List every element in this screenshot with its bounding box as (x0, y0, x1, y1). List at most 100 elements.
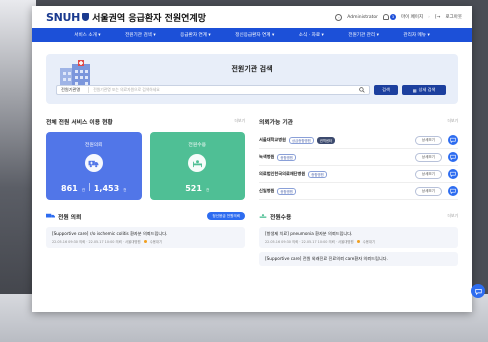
accept-title: 전원수용 (270, 214, 292, 221)
hospital-tag: 권역센터 (316, 136, 336, 144)
hospital-title: 의뢰가능 기관 (259, 119, 294, 126)
hospital-name[interactable]: 의료법인한국의료재단병원 (259, 171, 305, 177)
list-item[interactable]: [Supportive care] 전원 외래진료 진료의뢰 care환자 의뢰… (259, 252, 458, 266)
nav-item-news[interactable]: 소식 · 자료 ▾ (299, 32, 324, 38)
detail-button[interactable]: 상세보기 (414, 186, 442, 196)
logout-link[interactable]: 로그아웃 (445, 14, 462, 20)
search-icon[interactable] (359, 87, 365, 93)
hospital-more-link[interactable]: 더보기 (448, 118, 458, 124)
advanced-search-button[interactable]: ▦ 상세 검색 (402, 85, 446, 95)
hospital-name[interactable]: 녹색병원 (259, 154, 274, 160)
hospital-bed-icon (259, 213, 267, 218)
status-dot (356, 240, 360, 243)
status-badge: 수용대기 (149, 240, 163, 244)
hospital-tag: 종합병원 (308, 170, 327, 178)
accept-item-title: [항생제 치료] pneumonia 환자분 의뢰드립니다. (265, 231, 353, 236)
nav-item-service[interactable]: 서비스 소개 ▾ (74, 32, 100, 38)
overview-row: 전체 전원 서비스 이용 현황 더보기 전원의뢰 861 건 1,453 건 전… (32, 116, 472, 200)
request-count: 861 (61, 184, 78, 193)
hospital-list: 서울대학교병원 상급종합병원 권역센터 상세보기 녹색병원 종합병원 상세보기 … (259, 132, 458, 200)
hospital-section: 의뢰가능 기관 더보기 서울대학교병원 상급종합병원 권역센터 상세보기 녹색병… (259, 116, 458, 200)
floating-chat-button[interactable] (471, 284, 485, 298)
list-item: 의료법인한국의료재단병원 종합병원 상세보기 (259, 166, 458, 183)
request-title: 전원 의뢰 (58, 214, 82, 221)
ambulance-icon (46, 213, 55, 218)
site-title: 서울권역 응급환자 전원연계망 (92, 13, 206, 24)
detail-button[interactable]: 상세보기 (414, 135, 442, 145)
search-button[interactable]: 검색 (374, 85, 398, 95)
advanced-search-label: 상세 검색 (418, 87, 436, 92)
mypage-link[interactable]: 마이 페이지 (401, 14, 423, 20)
divider (89, 183, 90, 191)
list-item[interactable]: [Supportive care] r/o ischemic colitis 환… (46, 227, 245, 248)
request-item-title: [Supportive care] r/o ischemic colitis 환… (52, 231, 168, 236)
request-total: 1,453 (93, 184, 120, 193)
list-item[interactable]: [항생제 치료] pneumonia 환자분 의뢰드립니다. 22.05.16 … (259, 227, 458, 248)
request-item-meta: 22.05.16 09:30 의뢰 · 22.05.17 10:00 의뢰 · … (52, 240, 141, 244)
nav-item-admin[interactable]: 관리자 메뉴 ▾ (403, 32, 429, 38)
user-name[interactable]: Administrator (347, 15, 378, 20)
list-item: 서울대학교병원 상급종합병원 권역센터 상세보기 (259, 132, 458, 149)
psychiatric-request-button[interactable]: 정신응급 전원의뢰 (207, 212, 245, 220)
chat-icon[interactable] (448, 169, 458, 179)
search-type-select[interactable]: 전원기관명 (61, 87, 90, 93)
bell-icon[interactable] (382, 14, 389, 20)
status-badge: 수용대기 (362, 240, 376, 244)
accept-label: 전원수용 (188, 143, 207, 148)
list-item: 녹색병원 종합병원 상세보기 (259, 149, 458, 166)
accept-section: 전원수용 더보기 [항생제 치료] pneumonia 환자분 의뢰드립니다. … (259, 210, 458, 266)
search-title: 전원기관 검색 (231, 65, 273, 73)
nav-item-emergency[interactable]: 응급환자 연계 ▾ (180, 32, 211, 38)
request-count-unit: 건 (81, 188, 86, 192)
request-section-title: 전원 의뢰 (46, 212, 81, 221)
status-dot (143, 240, 147, 243)
hospital-tag: 종합병원 (277, 153, 296, 161)
shield-icon (82, 13, 90, 21)
activity-row: 전원 의뢰 정신응급 전원의뢰 [Supportive care] r/o is… (32, 210, 472, 266)
accept-section-title: 전원수용 (259, 212, 291, 221)
hospital-bed-icon (188, 154, 207, 172)
screen: SNUH 서울권역 응급환자 전원연계망 ◦ Administrator 3 마… (32, 6, 472, 312)
request-stat-card[interactable]: 전원의뢰 861 건 1,453 건 (46, 132, 142, 200)
accept-more-link[interactable]: 더보기 (448, 213, 458, 219)
chat-icon[interactable] (448, 135, 458, 145)
stats-section: 전체 전원 서비스 이용 현황 더보기 전원의뢰 861 건 1,453 건 전… (46, 116, 245, 200)
search-input[interactable]: 전원기관명 또는 의료자원으로 검색하세요 (93, 87, 355, 93)
logo-mark: SNUH (46, 10, 81, 24)
accept-count: 521 (185, 184, 202, 193)
chat-icon[interactable] (448, 152, 458, 162)
detail-button[interactable]: 상세보기 (414, 152, 442, 162)
hospital-tag: 상급종합병원 (288, 136, 314, 144)
accept-stat-card[interactable]: 전원수용 521 건 (149, 132, 245, 200)
ambulance-icon (84, 154, 103, 172)
search-panel: 전원기관 검색 전원기관명 전원기관명 또는 의료자원으로 검색하세요 검색 ▦… (46, 54, 458, 104)
request-section: 전원 의뢰 정신응급 전원의뢰 [Supportive care] r/o is… (46, 210, 245, 266)
nav-item-manage[interactable]: 전원기관 관리 ▾ (348, 32, 379, 38)
chat-icon (474, 288, 482, 295)
accept-item-meta: 22.05.16 09:30 의뢰 · 22.05.17 10:00 의뢰 · … (265, 240, 354, 244)
hospital-name[interactable]: 신일병원 (259, 188, 274, 194)
request-label: 전원의뢰 (84, 143, 103, 148)
logout-icon: [→ (434, 14, 441, 20)
hospital-name[interactable]: 서울대학교병원 (259, 137, 286, 143)
user-icon: ◦ (335, 13, 343, 21)
detail-button[interactable]: 상세보기 (414, 169, 442, 179)
accept-item-title: [Supportive care] 전원 외래진료 진료의뢰 care환자 의뢰… (265, 256, 388, 261)
list-item: 신일병원 종합병원 상세보기 (259, 183, 458, 200)
search-box: 전원기관명 전원기관명 또는 의료자원으로 검색하세요 (56, 85, 370, 95)
hospital-tag: 종합병원 (277, 187, 296, 195)
accept-count-unit: 건 (205, 188, 210, 192)
nav-item-psychiatric[interactable]: 정신응급환자 연계 ▾ (235, 32, 274, 38)
request-total-unit: 건 (123, 188, 127, 192)
notification-badge: 3 (389, 14, 396, 20)
nav-item-search[interactable]: 전원기관 검색 ▾ (125, 32, 156, 38)
header: SNUH 서울권역 응급환자 전원연계망 ◦ Administrator 3 마… (32, 6, 472, 28)
stats-more-link[interactable]: 더보기 (235, 118, 245, 124)
main-nav: 서비스 소개 ▾ 전원기관 검색 ▾ 응급환자 연계 ▾ 정신응급환자 연계 ▾… (32, 28, 472, 42)
divider: › (428, 14, 430, 20)
stats-title: 전체 전원 서비스 이용 현황 (46, 119, 113, 126)
logo[interactable]: SNUH 서울권역 응급환자 전원연계망 (46, 11, 206, 24)
chat-icon[interactable] (448, 186, 458, 196)
background-left (0, 0, 36, 342)
utility-menu: ◦ Administrator 3 마이 페이지 › [→ 로그아웃 (335, 13, 462, 21)
